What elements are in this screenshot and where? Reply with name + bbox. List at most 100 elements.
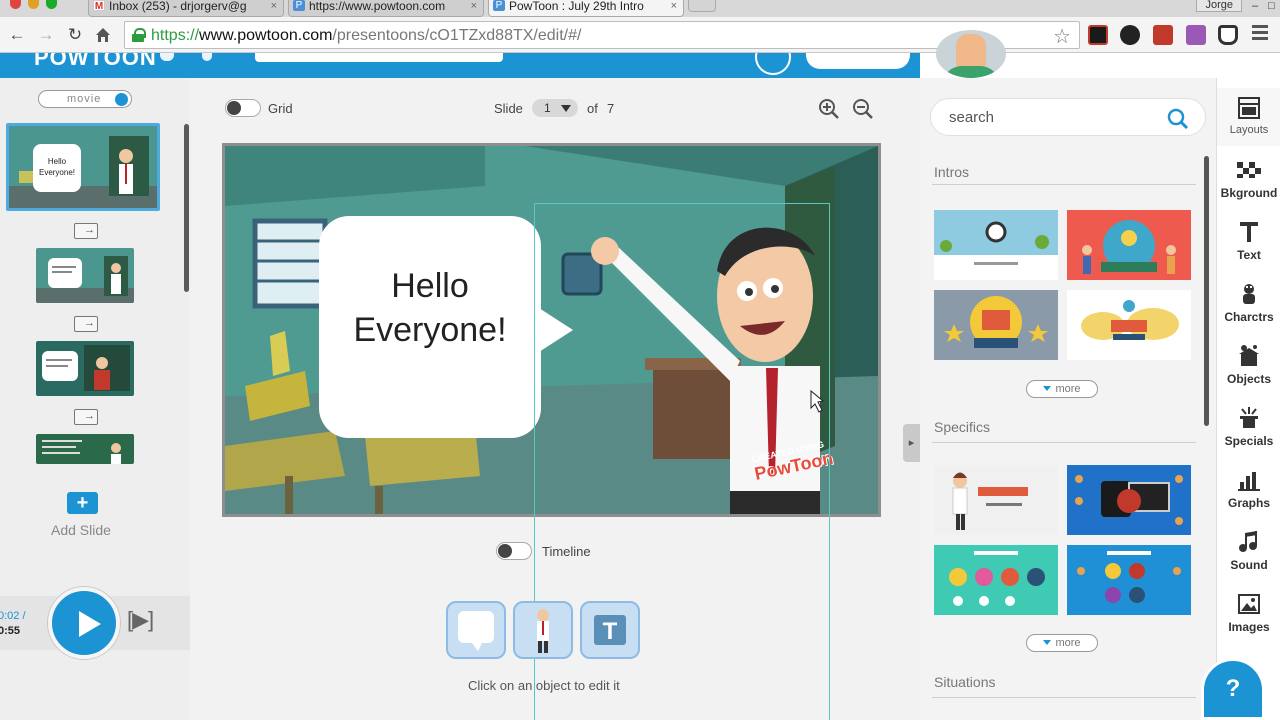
avatar[interactable] [936,30,1006,78]
chrome-menu-icon[interactable] [1252,25,1268,43]
template-specific-infographic-2[interactable] [1067,545,1191,615]
tool-label: Specials [1224,434,1274,448]
close-window-dot[interactable] [10,0,21,9]
slides-scrollbar[interactable] [184,124,189,292]
url-path: /presentoons/cO1TZxd88TX/edit/#/ [332,27,582,44]
tab-close-icon[interactable]: × [471,0,477,12]
transition-icon[interactable]: → [74,223,98,239]
divider [932,697,1196,698]
forward-arrow-icon[interactable]: → [35,24,57,46]
more-specifics-button[interactable]: more [1026,634,1098,652]
powtoon-logo[interactable]: POWTOON [34,53,157,71]
slide-thumbnail-3[interactable] [36,341,134,396]
template-intro-map[interactable] [1067,290,1191,360]
header-preview-circle[interactable] [755,53,791,75]
chevron-down-icon [561,105,571,112]
tool-background[interactable]: Bkground [1217,150,1280,208]
header-title-field[interactable] [255,53,503,62]
transition-icon[interactable]: → [74,316,98,332]
bubble-object-button[interactable] [446,601,506,659]
help-button[interactable]: ? [1201,658,1265,720]
window-restore-icon[interactable]: □ [1268,0,1275,12]
tool-label: Charctrs [1224,310,1274,324]
back-arrow-icon[interactable]: ← [6,24,28,46]
template-specific-name[interactable] [934,465,1058,535]
total-time: 0:55 [0,625,21,637]
tool-graphs[interactable]: Graphs [1217,460,1280,518]
more-intros-button[interactable]: more [1026,380,1098,398]
tool-images[interactable]: Images [1217,584,1280,642]
of-label: of [587,101,598,116]
template-intro-title[interactable] [1067,210,1191,280]
text-icon [1240,222,1258,242]
browser-tab-active[interactable]: P PowToon : July 29th Intro × [488,0,684,17]
lock-icon [132,28,146,42]
speech-bubble-text[interactable]: Hello Everyone! [319,264,541,352]
edit-hint: Click on an object to edit it [468,678,620,693]
slide-number-select[interactable]: 1 [532,99,578,117]
pdf-extension-icon[interactable] [1153,25,1173,45]
template-specific-vs[interactable] [1067,465,1191,535]
bubble-line-1: Hello [391,267,469,305]
browser-toolbar: ← → ↻ https://www.powtoon.com/presentoon… [0,17,1280,53]
slide-thumbnail-1[interactable]: Hello Everyone! [6,123,160,211]
home-icon[interactable] [92,24,114,46]
incognito-extension-icon[interactable] [1218,25,1238,45]
search-icon[interactable] [1167,108,1189,130]
bookmark-star-icon[interactable]: ☆ [1053,24,1071,49]
play-button[interactable] [48,587,120,659]
tab-extension-icon[interactable] [1186,25,1206,45]
layouts-icon [1238,97,1260,119]
transition-icon[interactable]: → [74,409,98,425]
tool-text[interactable]: Text [1217,212,1280,270]
tool-objects[interactable]: Objects [1217,336,1280,394]
library-scrollbar[interactable] [1204,156,1209,426]
minimize-window-dot[interactable] [28,0,39,9]
reload-icon[interactable]: ↻ [64,24,86,46]
template-intro-add-title[interactable] [934,290,1058,360]
browser-tab-gmail[interactable]: M Inbox (253) - drjorgerv@g × [88,0,284,17]
slide-thumbnail-4[interactable] [36,434,134,464]
movie-mode-toggle[interactable]: movie [38,90,132,108]
slide-thumbnail-2[interactable] [36,248,134,303]
speech-bubble[interactable]: Hello Everyone! [319,216,573,438]
text-object-button[interactable]: T [580,601,640,659]
browser-tab-powtoon[interactable]: P https://www.powtoon.com × [288,0,484,17]
add-slide-button[interactable]: + [67,492,98,514]
tools-sidebar: Layouts Bkground Text Charctrs Objects S… [1216,78,1280,720]
tab-close-icon[interactable]: × [671,0,677,12]
tool-specials[interactable]: Specials [1217,398,1280,456]
zoom-out-icon[interactable] [852,98,874,120]
timeline-toggle[interactable] [496,542,532,560]
tab-label: PowToon : July 29th Intro [509,0,644,13]
play-from-slide-icon[interactable]: [▶] [127,607,154,633]
window-minimize-icon[interactable]: – [1252,0,1258,12]
template-specific-infographic[interactable] [934,545,1058,615]
tool-sound[interactable]: Sound [1217,522,1280,580]
zoom-window-dot[interactable] [46,0,57,9]
address-bar[interactable]: https://www.powtoon.com/presentoons/cO1T… [124,21,1080,49]
film-extension-icon[interactable] [1088,25,1108,45]
background-icon [1237,162,1261,178]
images-icon [1238,594,1260,614]
color-picker-extension-icon[interactable] [1120,25,1140,45]
template-intro-logo[interactable] [934,210,1058,280]
grid-toggle[interactable] [225,99,261,117]
divider [932,442,1196,443]
tool-characters[interactable]: Charctrs [1217,274,1280,332]
slide-canvas[interactable]: Hello Everyone! CREATED USING PowToon [222,143,881,517]
zoom-in-icon[interactable] [818,98,840,120]
library-search[interactable]: search [930,98,1206,136]
header-user-icon[interactable] [202,53,212,61]
new-tab-button[interactable] [688,0,716,12]
tab-close-icon[interactable]: × [271,0,277,12]
tool-layouts[interactable]: Layouts [1217,88,1280,146]
header-bulb-icon[interactable] [160,53,174,61]
add-slide-label[interactable]: Add Slide [51,522,111,538]
collapse-panel-button[interactable]: ▸ [903,424,920,462]
character-object-button[interactable] [513,601,573,659]
browser-user-badge[interactable]: Jorge [1196,0,1242,12]
bubble-line-2: Everyone! [353,311,507,349]
header-export-button[interactable] [806,53,910,69]
timeline-label: Timeline [542,544,591,559]
